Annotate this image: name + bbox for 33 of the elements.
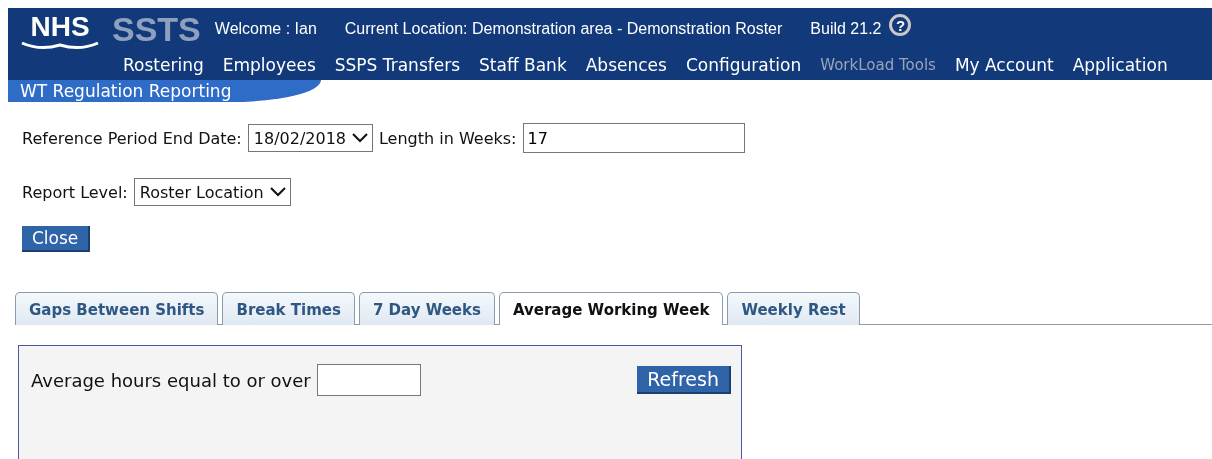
tab[interactable]: Weekly Rest — [727, 292, 860, 325]
chevron-down-icon — [269, 187, 286, 197]
tab[interactable]: Break Times — [222, 292, 355, 325]
menu-item[interactable]: Rostering — [123, 55, 204, 75]
refresh-button[interactable]: Refresh — [637, 366, 731, 394]
welcome-text: Welcome : Ian — [214, 20, 317, 38]
hours-input[interactable] — [316, 364, 421, 396]
tab[interactable]: Average Working Week — [498, 292, 724, 325]
hours-label: Average hours equal to or over — [31, 369, 311, 391]
length-input[interactable]: 17 — [522, 123, 745, 153]
report-level-label: Report Level: — [22, 182, 128, 202]
menu-item[interactable]: Absences — [585, 55, 667, 75]
end-date-label: Reference Period End Date: — [22, 128, 242, 148]
nhs-logo: NHS — [30, 13, 90, 41]
menu-item[interactable]: Configuration — [685, 55, 802, 75]
menu-item[interactable]: Staff Bank — [479, 55, 567, 75]
close-button[interactable]: Close — [22, 226, 91, 252]
build-text: Build 21.2 — [810, 20, 882, 38]
menu-item[interactable]: Employees — [222, 55, 316, 75]
length-label: Length in Weeks: — [379, 128, 517, 148]
page-title: WT Regulation Reporting — [8, 80, 322, 102]
report-level-select[interactable]: Roster Location — [133, 178, 291, 206]
menu-item[interactable]: SSPS Transfers — [334, 55, 461, 75]
menu-item[interactable]: Application — [1072, 55, 1168, 75]
tab[interactable]: Gaps Between Shifts — [15, 292, 219, 325]
chevron-down-icon — [352, 133, 368, 143]
wave-icon — [20, 41, 100, 51]
product-name: SSTS — [112, 9, 201, 49]
menu-item[interactable]: My Account — [954, 55, 1054, 75]
tab[interactable]: 7 Day Weeks — [358, 292, 495, 325]
location-text: Current Location: Demonstration area - Demonstration Roster — [344, 20, 783, 38]
help-icon[interactable]: ? — [889, 14, 912, 36]
end-date-select[interactable]: 18/02/2018 — [247, 124, 373, 152]
